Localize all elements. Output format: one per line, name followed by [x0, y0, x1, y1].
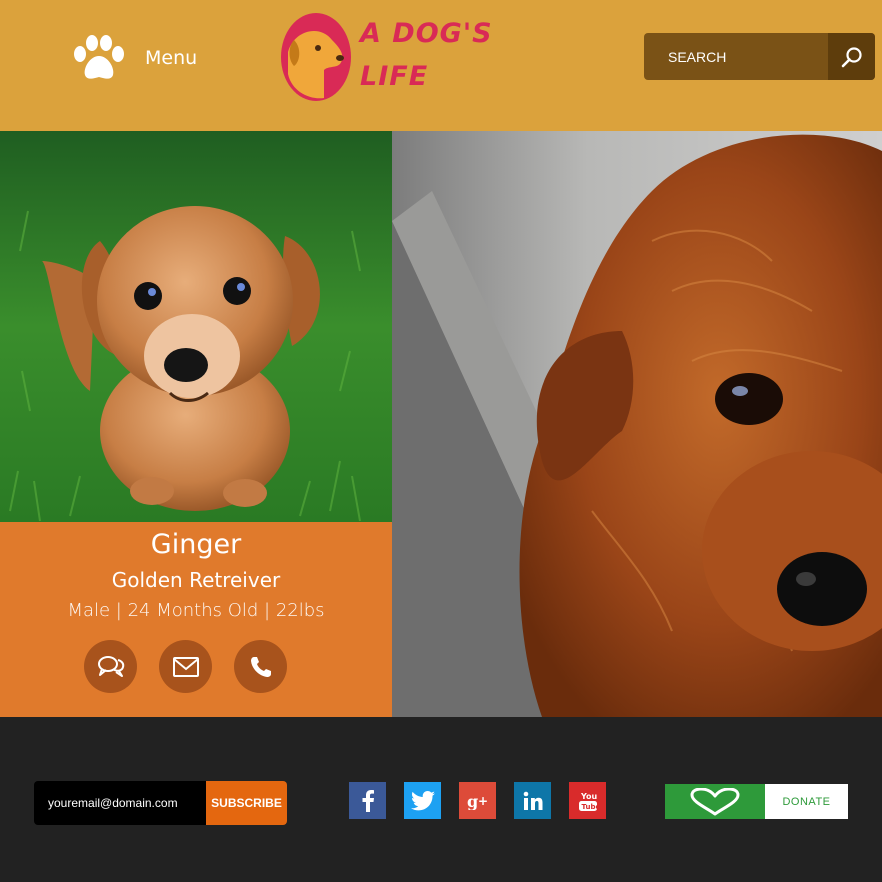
phone-button[interactable] [234, 640, 287, 693]
site-logo[interactable]: A DOG'S LIFE [280, 12, 500, 104]
svg-text:You: You [580, 792, 598, 801]
dog-details: Male | 24 Months Old | 22lbs [67, 600, 325, 621]
chat-button[interactable] [84, 640, 137, 693]
linkedin-link[interactable] [514, 782, 551, 819]
logo-title-line-2: LIFE [360, 61, 429, 92]
dog-photo-primary[interactable] [0, 131, 392, 522]
facebook-icon [362, 789, 374, 812]
email-input[interactable] [34, 781, 206, 825]
dog-photo-closeup[interactable] [392, 131, 882, 717]
phone-icon [250, 656, 271, 677]
heart-icon [690, 787, 740, 815]
svg-text:g: g [467, 792, 478, 810]
svg-text:Tube: Tube [581, 803, 599, 811]
search-button[interactable] [828, 33, 875, 80]
search-icon [841, 46, 862, 67]
heart-box [665, 784, 765, 819]
site-header: Menu A DOG'S LIFE [0, 0, 882, 131]
menu-label: Menu [145, 47, 198, 69]
search-input[interactable] [644, 33, 828, 80]
google-plus-link[interactable]: g + [459, 782, 496, 819]
email-button[interactable] [159, 640, 212, 693]
twitter-link[interactable] [404, 782, 441, 819]
linkedin-icon [523, 791, 542, 810]
logo-title-line-1: A DOG'S [360, 18, 493, 49]
dog-info-card: Ginger Golden Retreiver Male | 24 Months… [0, 522, 392, 717]
puppy-closeup-image [392, 131, 882, 717]
youtube-link[interactable]: You Tube [569, 782, 606, 819]
svg-text:+: + [478, 794, 488, 808]
subscribe-button[interactable]: SUBSCRIBE [206, 781, 287, 825]
youtube-icon: You Tube [578, 792, 599, 811]
newsletter-form: SUBSCRIBE [34, 781, 287, 825]
menu-button[interactable]: Menu [68, 34, 197, 82]
donate-label: DONATE [765, 784, 848, 819]
puppy-on-grass-image [0, 131, 392, 522]
google-plus-icon: g + [467, 792, 488, 810]
dog-name: Ginger [150, 529, 242, 560]
envelope-icon [172, 656, 199, 677]
twitter-icon [410, 790, 435, 810]
site-footer: SUBSCRIBE g + [0, 717, 882, 882]
chat-icon [97, 655, 124, 677]
social-links: g + You Tube [349, 782, 606, 819]
paw-icon [74, 35, 124, 79]
dog-breed: Golden Retreiver [111, 568, 281, 592]
dog-logo-icon [281, 13, 351, 101]
donate-button[interactable]: DONATE [665, 784, 848, 819]
facebook-link[interactable] [349, 782, 386, 819]
contact-actions [84, 640, 287, 693]
search-bar [644, 33, 875, 80]
